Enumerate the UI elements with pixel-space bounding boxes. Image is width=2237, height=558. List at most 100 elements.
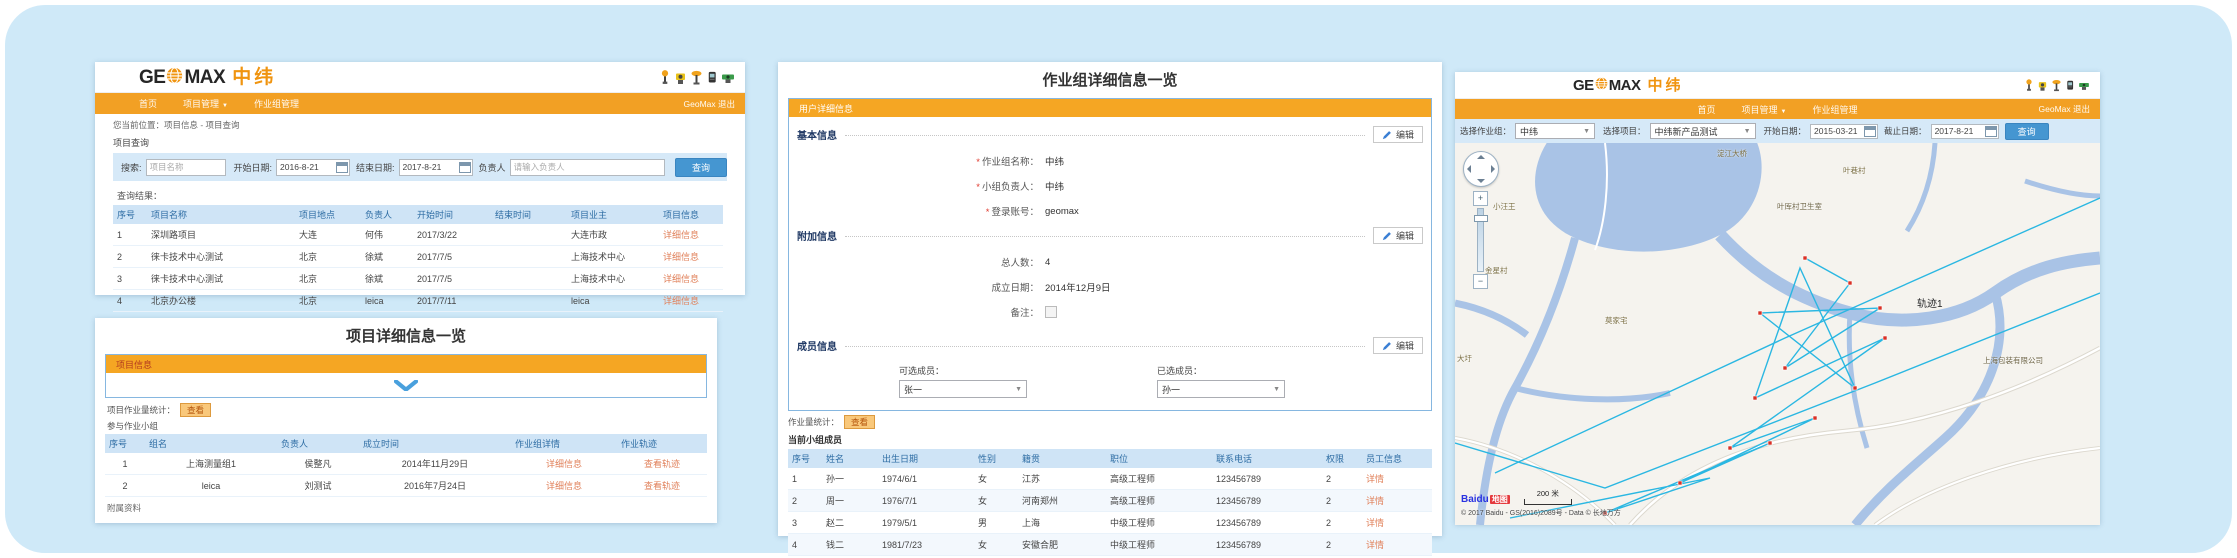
- owner-input[interactable]: [510, 159, 665, 176]
- logout-link[interactable]: GeoMax 退出: [684, 98, 736, 110]
- breadcrumb: 您当前位置：项目信息 - 项目查询: [113, 119, 727, 131]
- col-info: 项目信息: [659, 205, 723, 224]
- calendar-icon[interactable]: [1985, 126, 1997, 137]
- calendar-icon[interactable]: [336, 162, 348, 173]
- cell-leader: 刘测试: [277, 475, 359, 497]
- cell-start: 2017/7/11: [413, 290, 491, 312]
- workgroup-detail-window: 作业组详细信息一览 用户详细信息 基本信息 编辑 *作业组名称： 中纬 *小组负…: [778, 62, 1442, 536]
- detail-link[interactable]: 详细信息: [663, 296, 699, 306]
- selected-members-select[interactable]: 孙一▼: [1157, 380, 1285, 398]
- field-value: 中纬: [1045, 179, 1064, 193]
- detail-link[interactable]: 详细信息: [663, 274, 699, 284]
- detail-link[interactable]: 详细信息: [663, 230, 699, 240]
- table-row: 2 周一 1976/7/1 女 河南郑州 高级工程师 123456789 2 详…: [788, 490, 1432, 512]
- cell-sex: 男: [974, 512, 1018, 534]
- available-members-select[interactable]: 张一▼: [899, 380, 1027, 398]
- col-track: 作业轨迹: [617, 434, 707, 453]
- required-mark: *: [976, 157, 980, 168]
- available-members-label: 可选成员：: [899, 364, 1027, 377]
- select-value: 中纬: [1520, 125, 1538, 138]
- nav-project-management[interactable]: 项目管理▼: [1742, 103, 1787, 116]
- logo-text-max: MAX: [184, 68, 225, 87]
- zoom-slider-knob[interactable]: [1474, 215, 1488, 222]
- pan-up-icon[interactable]: [1477, 155, 1485, 159]
- chevron-down-icon: ▼: [1744, 128, 1751, 135]
- pan-right-icon[interactable]: [1491, 165, 1495, 173]
- section-title: 附加信息: [797, 228, 837, 243]
- view-track-link[interactable]: 查看轨迹: [644, 459, 680, 469]
- project-info-bar[interactable]: 项目信息: [106, 355, 706, 373]
- table-row: 3 赵二 1979/5/1 男 上海 中级工程师 123456789 2 详情: [788, 512, 1432, 534]
- member-detail-link[interactable]: 详情: [1366, 474, 1384, 484]
- view-track-link[interactable]: 查看轨迹: [644, 481, 680, 491]
- selected-members-label: 已选成员：: [1157, 364, 1285, 377]
- calendar-icon[interactable]: [1864, 126, 1876, 137]
- edit-label: 编辑: [1396, 339, 1414, 352]
- col-client: 项目业主: [567, 205, 659, 224]
- edit-label: 编辑: [1396, 128, 1414, 141]
- map-scale: 200 米: [1524, 488, 1572, 505]
- calendar-icon[interactable]: [459, 162, 471, 173]
- start-date-label: 开始日期:: [234, 161, 273, 174]
- controller-icon: [706, 69, 718, 85]
- nav-workgroup-management[interactable]: 作业组管理: [254, 97, 299, 110]
- select-value: 张一: [904, 383, 922, 396]
- collapse-toggle[interactable]: [106, 373, 706, 397]
- col-perm: 权限: [1322, 449, 1362, 468]
- cell-origin: 安徽合肥: [1018, 534, 1106, 556]
- table-header-row: 序号 姓名 出生日期 性别 籍贯 职位 联系电话 权限 员工信息: [788, 449, 1432, 468]
- map-pan-control[interactable]: [1463, 151, 1499, 187]
- zoom-slider[interactable]: [1477, 208, 1484, 272]
- group-detail-link[interactable]: 详细信息: [546, 459, 582, 469]
- edit-members-button[interactable]: 编辑: [1373, 337, 1423, 354]
- group-select[interactable]: 中纬▼: [1515, 123, 1595, 139]
- cell-group-name: 上海测量组1: [145, 453, 277, 475]
- nav-project-management[interactable]: 项目管理▼: [183, 97, 228, 110]
- col-place: 项目地点: [295, 205, 361, 224]
- field-label: 备注：: [789, 305, 1039, 319]
- logout-link[interactable]: GeoMax 退出: [2039, 103, 2091, 115]
- dotted-divider: [845, 345, 1365, 347]
- cell-no: 3: [788, 512, 822, 534]
- main-nav: 首页 项目管理▼ 作业组管理 GeoMax 退出: [95, 93, 745, 114]
- view-stats-button[interactable]: 查看: [180, 403, 211, 417]
- cell-no: 2: [105, 475, 145, 497]
- map-canvas[interactable]: 小汪王 金星村 大圩 莫家宅 叶巷村 淀江大桥 叶厍村卫生室 上海包装有限公司 …: [1455, 143, 2100, 525]
- main-nav: 首页 项目管理▼ 作业组管理 GeoMax 退出: [1455, 99, 2100, 119]
- track-query-button[interactable]: 查询: [2005, 123, 2049, 140]
- project-select[interactable]: 中纬新产品测试▼: [1650, 123, 1756, 139]
- zoom-out-button[interactable]: −: [1473, 274, 1488, 289]
- member-detail-link[interactable]: 详情: [1366, 518, 1384, 528]
- detail-link[interactable]: 详细信息: [663, 252, 699, 262]
- total-station-icon: [674, 69, 687, 85]
- zoom-in-button[interactable]: +: [1473, 191, 1488, 206]
- edit-basic-button[interactable]: 编辑: [1373, 126, 1423, 143]
- edit-extra-button[interactable]: 编辑: [1373, 227, 1423, 244]
- nav-home[interactable]: 首页: [139, 97, 157, 110]
- project-query-window: GEMAX 中纬 首页 项目管理▼ 作业组管理 GeoMax 退出 您当前位置：…: [95, 62, 745, 295]
- view-stats-button[interactable]: 查看: [844, 415, 875, 429]
- table-header-row: 序号 组名 负责人 成立时间 作业组详情 作业轨迹: [105, 434, 707, 453]
- field-value: geomax: [1045, 206, 1079, 217]
- cell-client: 上海技术中心: [567, 268, 659, 290]
- query-submit-button[interactable]: 查询: [675, 158, 727, 177]
- owner-label: 负责人: [479, 161, 506, 174]
- nav-workgroup-management[interactable]: 作业组管理: [1812, 103, 1857, 116]
- group-detail-link[interactable]: 详细信息: [546, 481, 582, 491]
- cell-place: 北京: [295, 246, 361, 268]
- pan-down-icon[interactable]: [1477, 179, 1485, 183]
- member-detail-link[interactable]: 详情: [1366, 496, 1384, 506]
- required-mark: *: [986, 207, 990, 218]
- controller-icon: [2065, 79, 2075, 92]
- nav-home[interactable]: 首页: [1698, 103, 1716, 116]
- cell-end: [491, 224, 567, 246]
- pan-left-icon[interactable]: [1467, 165, 1471, 173]
- chevron-down-icon: ▼: [222, 103, 228, 109]
- cell-no: 3: [113, 268, 147, 290]
- cell-sex: 女: [974, 468, 1018, 490]
- trajectory-label: 轨迹1: [1917, 295, 1943, 310]
- member-detail-link[interactable]: 详情: [1366, 540, 1384, 550]
- table-header-row: 序号 项目名称 项目地点 负责人 开始时间 结束时间 项目业主 项目信息: [113, 205, 723, 224]
- project-name-input[interactable]: [146, 159, 226, 176]
- map-place-label: 叶巷村: [1843, 165, 1866, 176]
